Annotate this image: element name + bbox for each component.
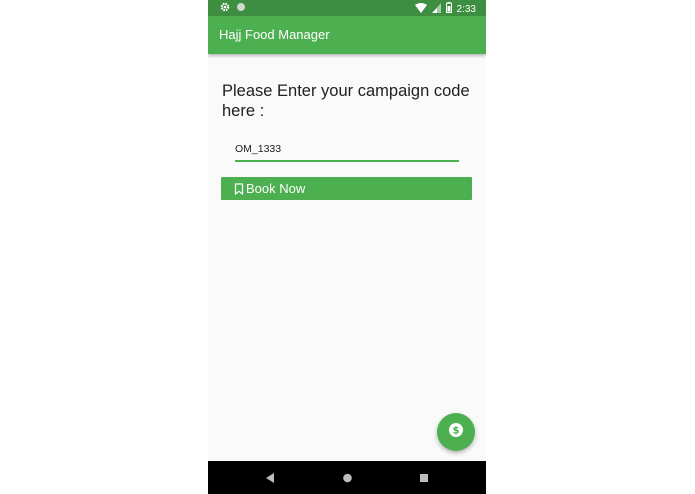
- app-title: Hajj Food Manager: [219, 27, 330, 42]
- home-icon[interactable]: [342, 471, 353, 489]
- payment-fab[interactable]: $: [437, 413, 475, 451]
- back-icon[interactable]: [265, 471, 275, 489]
- dollar-icon: $: [449, 422, 463, 442]
- campaign-code-prompt: Please Enter your campaign code here :: [222, 82, 470, 120]
- phone-screen: 2:33 Hajj Food Manager Please Enter your…: [208, 0, 486, 494]
- settings-icon: [220, 2, 230, 15]
- wifi-icon: [414, 2, 427, 16]
- campaign-code-input[interactable]: [235, 138, 459, 162]
- circle-icon: [236, 2, 246, 15]
- app-bar: Hajj Food Manager: [208, 16, 486, 54]
- book-now-button[interactable]: Book Now: [221, 177, 472, 200]
- bookmark-icon: [234, 182, 244, 195]
- svg-text:$: $: [453, 425, 460, 436]
- battery-icon: [445, 2, 452, 16]
- status-time: 2:33: [456, 3, 476, 15]
- status-bar: 2:33: [208, 0, 486, 16]
- cell-signal-icon: [431, 2, 441, 16]
- recents-icon[interactable]: [419, 471, 429, 489]
- book-now-label: Book Now: [246, 181, 306, 196]
- navigation-bar: [208, 461, 486, 494]
